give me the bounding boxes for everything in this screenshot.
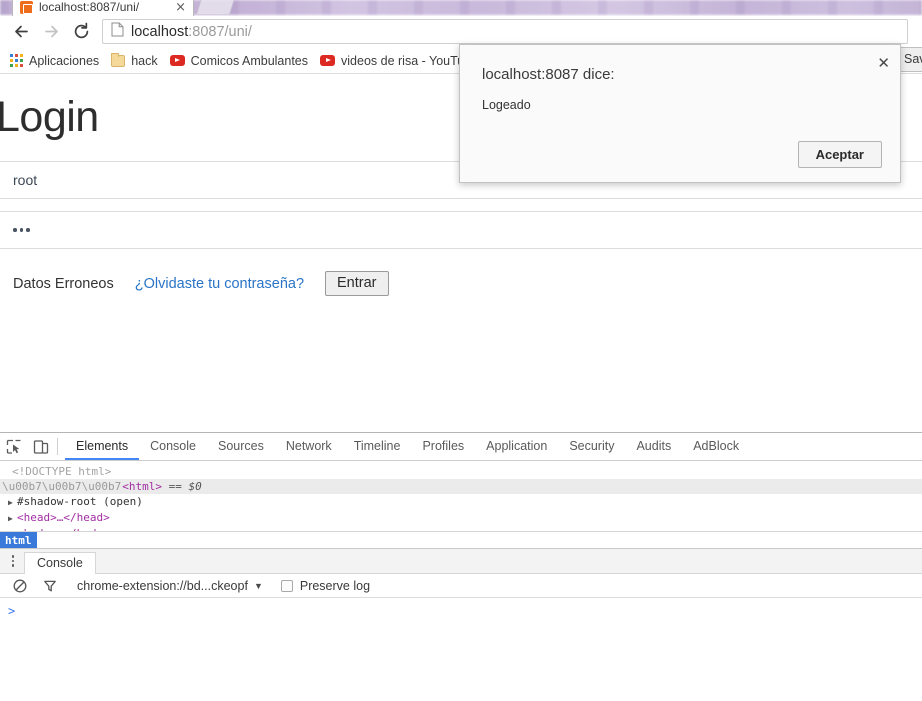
password-field[interactable] [0,211,922,249]
apps-grid-icon [10,54,23,67]
url-path: :8087/uni/ [188,23,252,40]
forgot-password-link[interactable]: ¿Olvidaste tu contraseña? [135,276,304,292]
tab-elements[interactable]: Elements [65,433,140,460]
bookmark-videos-de-risa[interactable]: videos de risa - YouTu [316,51,472,71]
tab-profiles[interactable]: Profiles [411,433,475,460]
clear-console-icon[interactable] [5,579,35,593]
execution-context-label: chrome-extension://bd...ckeopf [77,578,248,593]
folder-icon [111,52,126,67]
preserve-log-toggle[interactable]: Preserve log [280,578,371,593]
drawer-tab-bar: Console [0,549,922,574]
document-icon [111,22,124,42]
node-ellipsis: \u00b7\u00b7\u00b7 [2,480,122,493]
submit-button[interactable]: Entrar [325,271,389,296]
bookmark-comicos-ambulantes[interactable]: Comicos Ambulantes [166,51,316,71]
shadow-root-label: #shadow-root (open) [17,495,143,508]
tab-adblock[interactable]: AdBlock [682,433,750,460]
dom-breadcrumb: html [0,531,922,548]
address-bar-url: localhost:8087/uni/ [131,24,252,40]
expand-arrow-icon[interactable]: ▶ [8,511,17,526]
dialog-footer: Aceptar [797,141,882,168]
tab-timeline[interactable]: Timeline [343,433,412,460]
expand-arrow-icon[interactable]: ▶ [8,495,17,510]
tab-application[interactable]: Application [475,433,558,460]
bookmark-label: videos de risa - YouTu [341,53,465,68]
login-actions: Datos Erroneos ¿Olvidaste tu contraseña?… [0,271,922,296]
bookmark-aplicaciones[interactable]: Aplicaciones [6,51,107,71]
devtools-panel: Elements Console Sources Network Timelin… [0,432,922,701]
url-host: localhost [131,23,189,40]
password-masked-value [13,228,30,232]
tab-security[interactable]: Security [558,433,625,460]
preserve-log-checkbox[interactable] [280,579,293,592]
selected-node-marker: == $0 [168,480,202,493]
dom-node-html[interactable]: \u00b7\u00b7\u00b7<html> == $0 [0,479,922,494]
console-drawer: Console chrome-extension://bd...ckeopf ▼ [0,548,922,701]
chevron-down-icon: ▼ [253,580,263,591]
browser-tab[interactable]: localhost:8087/uni/ × [12,0,194,16]
device-toolbar-icon[interactable] [27,434,54,460]
tab-title: localhost:8087/uni/ [39,0,140,14]
devtools-tab-list: Elements Console Sources Network Timelin… [65,433,750,460]
tab-sources[interactable]: Sources [207,433,275,460]
console-filter-bar: chrome-extension://bd...ckeopf ▼ Preserv… [0,574,922,598]
dialog-title: localhost:8087 dice: [482,66,615,83]
dom-tag-html: <html> [122,480,162,493]
dom-node-doctype[interactable]: <!DOCTYPE html> [0,464,922,479]
accept-button[interactable]: Aceptar [797,141,882,168]
drawer-tab-console[interactable]: Console [24,551,96,574]
tab-console[interactable]: Console [139,433,207,460]
address-bar[interactable]: localhost:8087/uni/ [102,19,908,44]
toolbar-divider [57,438,58,455]
dom-tag-head: <head>…</head> [17,511,110,524]
bookmark-label: Comicos Ambulantes [190,53,309,68]
error-message: Datos Erroneos [13,275,114,292]
more-options-icon[interactable] [0,555,24,567]
dialog-message: Logeado [482,98,531,112]
javascript-alert-dialog: ✕ localhost:8087 dice: Logeado Aceptar [459,44,901,183]
execution-context-selector[interactable]: chrome-extension://bd...ckeopf ▼ [77,579,263,593]
console-input-prompt[interactable]: > [0,598,922,618]
close-icon[interactable]: × [175,1,186,14]
close-icon[interactable]: ✕ [877,56,890,71]
breadcrumb-item-html[interactable]: html [0,532,37,548]
bookmark-label: hack [131,53,158,68]
username-value: root [13,172,38,188]
inspect-element-icon[interactable] [0,434,27,460]
youtube-icon [169,55,185,66]
filter-icon[interactable] [35,579,65,593]
dom-node-shadow-root[interactable]: ▶ #shadow-root (open) [0,494,922,510]
forward-arrow-icon [36,18,66,46]
preserve-log-label: Preserve log [299,578,371,593]
tab-network[interactable]: Network [275,433,343,460]
bookmark-label: Aplicaciones [29,53,100,68]
dom-node-head[interactable]: ▶ <head>…</head> [0,510,922,526]
app-favicon [20,1,33,14]
browser-tab-strip: localhost:8087/uni/ × [0,0,922,16]
youtube-icon [320,55,336,66]
new-tab-button[interactable] [196,0,238,14]
tab-audits[interactable]: Audits [625,433,682,460]
devtools-toolbar: Elements Console Sources Network Timelin… [0,433,922,461]
back-arrow-icon[interactable] [6,18,36,46]
bookmark-hack[interactable]: hack [107,51,165,71]
reload-icon[interactable] [66,18,96,46]
